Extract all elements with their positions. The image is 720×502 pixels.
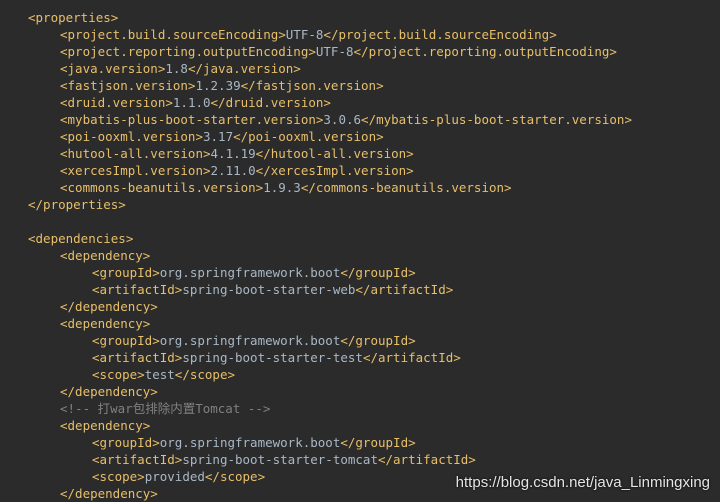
code-line[interactable]: <poi-ooxml.version>3.17</poi-ooxml.versi… [0, 128, 720, 145]
code-line[interactable]: <artifactId>spring-boot-starter-test</ar… [0, 349, 720, 366]
xml-close-tag: </artifactId> [377, 452, 476, 467]
xml-value: org.springframework.boot [159, 265, 341, 280]
xml-open-tag: <hutool-all.version> [60, 146, 211, 161]
xml-open-tag: <scope> [92, 469, 145, 484]
xml-close-tag: </scope> [174, 367, 236, 382]
xml-open-tag: <commons-beanutils.version> [60, 180, 264, 195]
xml-open-tag: </dependency> [60, 299, 158, 314]
xml-open-tag: <dependency> [60, 248, 151, 263]
code-line[interactable]: </dependency> [0, 298, 720, 315]
xml-close-tag: </groupId> [340, 333, 416, 348]
code-line[interactable]: <dependency> [0, 247, 720, 264]
xml-comment: <!-- 打war包排除内置Tomcat --> [60, 401, 271, 416]
code-line[interactable]: <scope>test</scope> [0, 366, 720, 383]
xml-close-tag: </hutool-all.version> [255, 146, 414, 161]
code-line[interactable]: <hutool-all.version>4.1.19</hutool-all.v… [0, 145, 720, 162]
xml-close-tag: </project.build.sourceEncoding> [323, 27, 557, 42]
xml-value: UTF-8 [315, 44, 354, 59]
xml-value: spring-boot-starter-test [182, 350, 363, 365]
code-line[interactable]: <project.build.sourceEncoding>UTF-8</pro… [0, 26, 720, 43]
xml-open-tag: </properties> [28, 197, 126, 212]
xml-value: org.springframework.boot [159, 333, 341, 348]
xml-close-tag: </mybatis-plus-boot-starter.version> [361, 112, 632, 127]
watermark: https://blog.csdn.net/java_Linmingxing [455, 474, 710, 491]
code-line[interactable]: <groupId>org.springframework.boot</group… [0, 434, 720, 451]
xml-open-tag: <poi-ooxml.version> [60, 129, 203, 144]
xml-open-tag: <mybatis-plus-boot-starter.version> [60, 112, 324, 127]
xml-open-tag: <dependency> [60, 316, 151, 331]
xml-value: UTF-8 [285, 27, 324, 42]
xml-value: test [144, 367, 175, 382]
code-line[interactable]: <artifactId>spring-boot-starter-web</art… [0, 281, 720, 298]
xml-open-tag: <druid.version> [60, 95, 173, 110]
xml-open-tag: <artifactId> [92, 350, 183, 365]
xml-value: 2.11.0 [210, 163, 256, 178]
xml-open-tag: <java.version> [60, 61, 166, 76]
code-line[interactable]: <mybatis-plus-boot-starter.version>3.0.6… [0, 111, 720, 128]
xml-value: spring-boot-starter-web [182, 282, 356, 297]
xml-close-tag: </project.reporting.outputEncoding> [353, 44, 617, 59]
xml-open-tag: <project.build.sourceEncoding> [60, 27, 286, 42]
xml-value: 3.0.6 [323, 112, 362, 127]
xml-value: spring-boot-starter-tomcat [182, 452, 378, 467]
xml-close-tag: </xercesImpl.version> [255, 163, 414, 178]
xml-open-tag: <scope> [92, 367, 145, 382]
xml-open-tag: <project.reporting.outputEncoding> [60, 44, 316, 59]
xml-close-tag: </commons-beanutils.version> [300, 180, 512, 195]
xml-close-tag: </java.version> [187, 61, 301, 76]
xml-value: 1.1.0 [172, 95, 211, 110]
code-line[interactable]: <dependency> [0, 315, 720, 332]
code-line[interactable]: <xercesImpl.version>2.11.0</xercesImpl.v… [0, 162, 720, 179]
xml-close-tag: </scope> [204, 469, 266, 484]
xml-open-tag: <groupId> [92, 265, 160, 280]
xml-open-tag: <groupId> [92, 435, 160, 450]
xml-close-tag: </artifactId> [362, 350, 461, 365]
code-line[interactable]: <groupId>org.springframework.boot</group… [0, 332, 720, 349]
code-line[interactable]: <groupId>org.springframework.boot</group… [0, 264, 720, 281]
code-line[interactable]: <commons-beanutils.version>1.9.3</common… [0, 179, 720, 196]
code-line[interactable]: <project.reporting.outputEncoding>UTF-8<… [0, 43, 720, 60]
xml-close-tag: </druid.version> [210, 95, 331, 110]
xml-close-tag: </artifactId> [355, 282, 454, 297]
xml-open-tag: <properties> [28, 10, 119, 25]
xml-value: org.springframework.boot [159, 435, 341, 450]
code-line[interactable]: <dependency> [0, 417, 720, 434]
xml-open-tag: <artifactId> [92, 452, 183, 467]
code-line[interactable]: </dependency> [0, 383, 720, 400]
xml-open-tag: <artifactId> [92, 282, 183, 297]
xml-close-tag: </fastjson.version> [240, 78, 384, 93]
xml-close-tag: </groupId> [340, 435, 416, 450]
code-line[interactable]: <properties> [0, 9, 720, 26]
xml-value: 4.1.19 [210, 146, 256, 161]
xml-value: 1.2.39 [195, 78, 241, 93]
code-line[interactable] [0, 213, 720, 230]
xml-open-tag: <groupId> [92, 333, 160, 348]
xml-open-tag: </dependency> [60, 384, 158, 399]
code-line[interactable]: <druid.version>1.1.0</druid.version> [0, 94, 720, 111]
xml-open-tag: <dependencies> [28, 231, 134, 246]
xml-open-tag: <xercesImpl.version> [60, 163, 211, 178]
xml-open-tag: <dependency> [60, 418, 151, 433]
code-line[interactable]: <artifactId>spring-boot-starter-tomcat</… [0, 451, 720, 468]
xml-open-tag: <fastjson.version> [60, 78, 196, 93]
xml-value: provided [144, 469, 205, 484]
code-line[interactable]: <dependencies> [0, 230, 720, 247]
xml-value: 1.9.3 [263, 180, 301, 195]
xml-open-tag: </dependency> [60, 486, 158, 501]
code-line[interactable]: <java.version>1.8</java.version> [0, 60, 720, 77]
xml-close-tag: </groupId> [340, 265, 416, 280]
xml-value: 1.8 [165, 61, 188, 76]
xml-value: 3.17 [203, 129, 234, 144]
code-line[interactable]: <!-- 打war包排除内置Tomcat --> [0, 400, 720, 417]
code-line[interactable]: <fastjson.version>1.2.39</fastjson.versi… [0, 77, 720, 94]
xml-close-tag: </poi-ooxml.version> [233, 129, 384, 144]
code-line[interactable]: </properties> [0, 196, 720, 213]
code-editor[interactable]: <properties> <project.build.sourceEncodin… [0, 0, 720, 501]
